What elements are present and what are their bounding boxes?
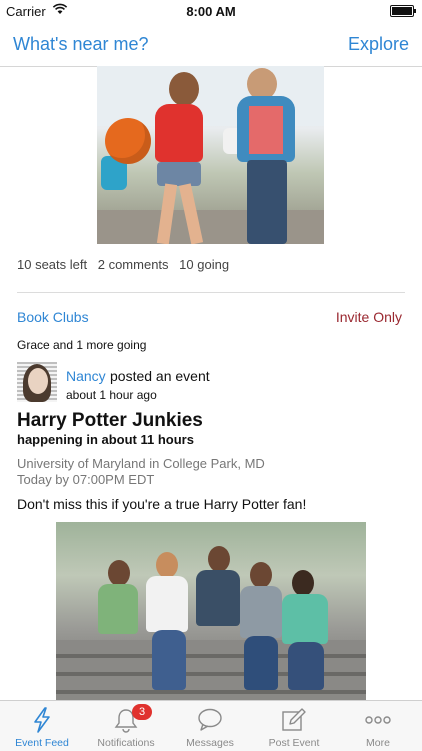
tab-label: More (366, 737, 390, 749)
tab-messages[interactable]: Messages (168, 701, 252, 751)
going-count[interactable]: 10 going (179, 257, 229, 272)
event-photo-basketball[interactable] (97, 66, 324, 244)
tab-label: Event Feed (15, 737, 69, 749)
avatar[interactable] (17, 362, 57, 402)
post-timestamp: about 1 hour ago (66, 388, 157, 402)
group-link[interactable]: Book Clubs (17, 309, 89, 325)
navigation-bar: What's near me? Explore (0, 22, 422, 67)
status-bar: Carrier 8:00 AM (0, 0, 422, 22)
tab-label: Post Event (268, 737, 320, 749)
event-countdown: happening in about 11 hours (17, 432, 194, 447)
divider (17, 292, 405, 293)
battery-icon (390, 5, 416, 17)
explore-button[interactable]: Explore (348, 34, 409, 55)
going-summary[interactable]: Grace and 1 more going (17, 338, 146, 352)
seats-left: 10 seats left (17, 257, 88, 272)
compose-icon (252, 707, 336, 733)
comments-count[interactable]: 2 comments (98, 257, 169, 272)
clock: 8:00 AM (186, 4, 236, 19)
post-action-text: posted an event (110, 368, 210, 384)
author-link[interactable]: Nancy (66, 368, 106, 384)
tab-label: Messages (186, 737, 234, 749)
event-photo-reading[interactable] (56, 522, 366, 700)
tab-notifications[interactable]: 3 Notifications (84, 701, 168, 751)
tab-more[interactable]: More (336, 701, 420, 751)
tab-post-event[interactable]: Post Event (252, 701, 336, 751)
whats-near-me-button[interactable]: What's near me? (13, 34, 149, 55)
notification-badge: 3 (132, 704, 152, 720)
lightning-icon (0, 707, 84, 733)
bell-icon (84, 707, 168, 733)
speech-bubble-icon (168, 707, 252, 733)
tab-label: Notifications (97, 737, 155, 749)
event-location: University of Maryland in College Park, … (17, 456, 265, 471)
tab-bar: Event Feed 3 Notifications Messages Post… (0, 700, 422, 751)
tab-event-feed[interactable]: Event Feed (0, 701, 84, 751)
invite-only-label: Invite Only (335, 309, 402, 325)
event-description: Don't miss this if you're a true Harry P… (17, 496, 307, 512)
event-stats: 10 seats left 2 comments 10 going (17, 257, 236, 272)
event-title[interactable]: Harry Potter Junkies (17, 410, 203, 432)
more-dots-icon (336, 707, 420, 733)
event-time: Today by 07:00PM EDT (17, 472, 155, 487)
